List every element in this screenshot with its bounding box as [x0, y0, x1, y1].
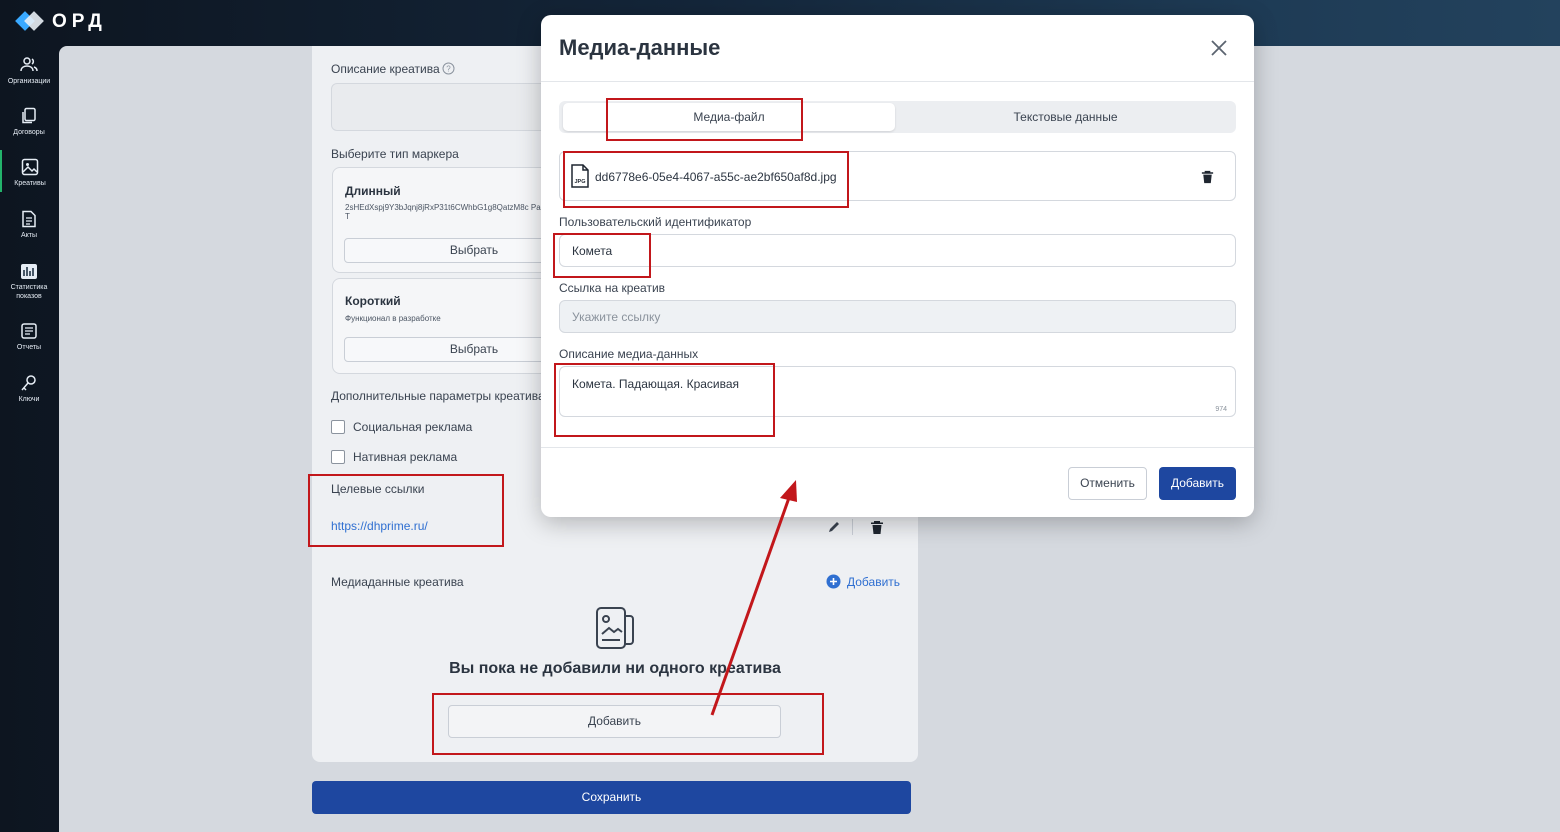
checkbox-box[interactable]	[331, 450, 345, 464]
annotation-box-tab	[606, 98, 803, 141]
sidebar-item-keys[interactable]: Ключи	[0, 374, 58, 404]
marker-long-title: Длинный	[345, 184, 401, 198]
add-button[interactable]: Добавить	[1159, 467, 1236, 500]
users-icon	[20, 57, 38, 72]
logo-mark-icon	[15, 8, 44, 36]
cancel-button[interactable]: Отменить	[1068, 467, 1147, 500]
media-add-label: Добавить	[847, 574, 901, 589]
creative-link-label: Ссылка на креатив	[559, 281, 666, 295]
logo-text: ОРД	[52, 11, 107, 32]
sidebar-item-organizations[interactable]: Организации	[0, 56, 58, 86]
save-button[interactable]: Сохранить	[312, 781, 911, 814]
modal-title: Медиа-данные	[559, 35, 721, 60]
image-icon	[21, 158, 39, 176]
sidebar-item-label: Акты	[20, 232, 38, 239]
sidebar-item-contracts[interactable]: Договоры	[0, 107, 58, 137]
divider	[852, 519, 853, 535]
creative-link-input[interactable]	[559, 300, 1236, 333]
app-logo[interactable]: ОРД	[15, 8, 107, 36]
marker-short-subtitle: Функционал в разработке	[345, 314, 441, 323]
sidebar-item-creatives[interactable]: Креативы	[0, 150, 58, 192]
sidebar: Организации Договоры Креативы Акты Стати…	[0, 46, 58, 832]
key-icon	[21, 375, 36, 391]
svg-text:?: ?	[446, 65, 451, 74]
native-ad-checkbox[interactable]: Нативная реклама	[331, 450, 457, 464]
sidebar-item-label: Креативы	[14, 180, 46, 187]
marker-short-title: Короткий	[345, 294, 401, 308]
edit-icon[interactable]	[826, 519, 842, 535]
marker-type-label: Выберите тип маркера	[331, 147, 459, 161]
close-icon[interactable]	[1209, 38, 1229, 58]
stats-icon	[21, 264, 37, 279]
media-add-link[interactable]: Добавить	[826, 574, 900, 589]
media-label: Медиаданные креатива	[331, 575, 464, 589]
checkbox-label: Нативная реклама	[353, 450, 458, 464]
documents-icon	[22, 107, 36, 124]
sidebar-item-label: Договоры	[13, 129, 45, 136]
empty-media-icon	[596, 607, 634, 649]
creative-description-label: Описание креатива	[331, 62, 440, 76]
annotation-box-file	[563, 151, 849, 208]
sidebar-item-label: Организации	[7, 78, 51, 85]
help-icon[interactable]: ?	[442, 62, 455, 75]
sidebar-item-stats[interactable]: Статистика показов	[0, 262, 58, 301]
user-id-input[interactable]	[559, 234, 1236, 267]
empty-state-title: Вы пока не добавили ни одного креатива	[449, 660, 781, 677]
checkbox-box[interactable]	[331, 420, 345, 434]
annotation-box-target-link	[308, 474, 504, 547]
report-icon	[21, 323, 37, 339]
sidebar-item-reports[interactable]: Отчеты	[0, 322, 58, 352]
tab-text-data[interactable]: Текстовые данные	[899, 103, 1232, 131]
plus-circle-icon	[826, 574, 841, 589]
modal-header-divider	[541, 81, 1254, 82]
annotation-box-description	[554, 363, 775, 437]
trash-icon[interactable]	[1200, 169, 1215, 184]
extra-params-label: Дополнительные параметры креатива	[331, 389, 545, 403]
sidebar-item-label: Статистика показов	[10, 284, 48, 300]
social-ad-checkbox[interactable]: Социальная реклама	[331, 420, 472, 434]
marker-long-code: 2sHEdXspj9Y3bJqnj8jRxP31t6CWhbG1g8QatzM8…	[345, 203, 541, 221]
annotation-box-user-id	[553, 233, 651, 278]
modal-footer-divider	[541, 447, 1254, 448]
annotation-box-add-button	[432, 693, 824, 755]
sidebar-item-label: Отчеты	[16, 344, 42, 351]
media-description-label: Описание медиа-данных	[559, 347, 699, 361]
trash-icon[interactable]	[869, 519, 885, 535]
sidebar-item-acts[interactable]: Акты	[0, 210, 58, 240]
user-id-label: Пользовательский идентификатор	[559, 215, 752, 229]
char-counter: 974	[1215, 406, 1227, 413]
sidebar-item-label: Ключи	[18, 396, 40, 403]
file-icon	[22, 210, 36, 228]
checkbox-label: Социальная реклама	[353, 420, 473, 434]
